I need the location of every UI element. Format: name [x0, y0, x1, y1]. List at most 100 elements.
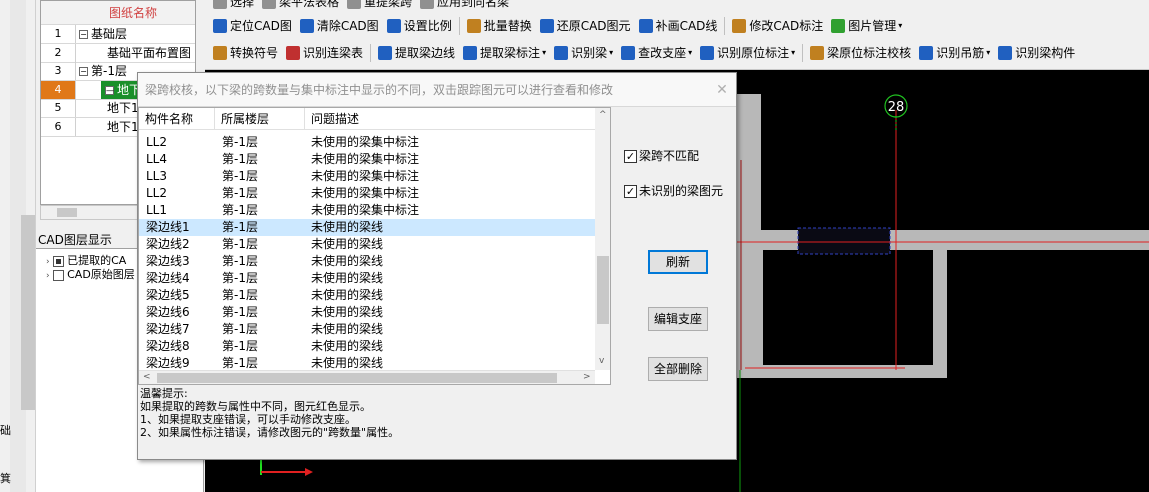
row-description: 未使用的梁线	[311, 339, 384, 353]
problem-list-row[interactable]: 梁边线3 第-1层 未使用的梁线	[139, 253, 595, 270]
refresh-button[interactable]: 重提梁跨	[343, 0, 416, 13]
list-vertical-scrollbar[interactable]: ^ v	[595, 108, 610, 370]
selected-beam-span[interactable]	[797, 227, 891, 255]
dropdown-arrow-icon[interactable]: ▾	[609, 48, 613, 57]
row-component-name: 梁边线4	[146, 271, 190, 285]
tips-line: 2、如果属性标注错误，请修改图元的"跨数量"属性。	[140, 426, 400, 439]
left-scroll-thumb[interactable]	[21, 215, 35, 410]
extract-label-icon	[463, 45, 478, 60]
row-description: 未使用的梁集中标注	[311, 169, 420, 183]
hanger-button[interactable]: 识别吊筋 ▾	[915, 42, 994, 64]
toolbar-button-label: 梁原位标注校核	[827, 46, 912, 60]
layer-checkbox-original[interactable]	[53, 269, 65, 281]
dropdown-arrow-icon[interactable]: ▾	[898, 21, 902, 30]
draw-line-button[interactable]: 补画CAD线	[635, 15, 722, 37]
delete-all-button[interactable]: 全部删除	[648, 357, 708, 381]
tree-toggle-icon[interactable]: —	[105, 85, 114, 95]
problem-list-row[interactable]: 梁边线8 第-1层 未使用的梁线	[139, 338, 595, 355]
dropdown-arrow-icon[interactable]: ▾	[791, 48, 795, 57]
problem-list-row[interactable]: 梁边线7 第-1层 未使用的梁线	[139, 321, 595, 338]
toolbar-button-label: 识别原位标注	[717, 46, 790, 60]
problem-list-row[interactable]: 梁边线2 第-1层 未使用的梁线	[139, 236, 595, 253]
edit-support-button[interactable]: 编辑支座	[648, 307, 708, 331]
scroll-left-icon[interactable]: <	[143, 372, 151, 382]
sheet-row[interactable]: 1− 基础层	[41, 25, 195, 44]
row-component-name: LL2	[146, 186, 168, 200]
tree-toggle-icon[interactable]: −	[79, 30, 88, 39]
beam-shape	[753, 365, 947, 378]
sheet-row[interactable]: 2 基础平面布置图	[41, 43, 195, 63]
copy-icon	[420, 0, 435, 9]
unrecognized-beam-checkbox[interactable]: ✓ 未识别的梁图元	[624, 182, 723, 199]
problem-list[interactable]: 构件名称 所属楼层 问题描述 LL2 第-1层 未使用的梁集中标注 LL4 第-1层 未使…	[138, 107, 611, 385]
scale-button[interactable]: 设置比例	[383, 15, 456, 37]
problem-list-row[interactable]: LL1 第-1层 未使用的梁集中标注	[139, 202, 595, 219]
checkmark-icon[interactable]: ✓	[624, 185, 637, 198]
problem-list-row[interactable]: 梁边线4 第-1层 未使用的梁线	[139, 270, 595, 287]
left-edge-label-2: 箕	[0, 472, 11, 485]
cursor-icon	[213, 0, 227, 9]
check-icon	[810, 45, 825, 60]
sheet-scroll-thumb[interactable]	[57, 208, 77, 217]
layer-item-original[interactable]: › CAD原始图层	[46, 266, 135, 282]
toolbar-button-label: 转换符号	[230, 46, 279, 60]
problem-list-row[interactable]: 梁边线6 第-1层 未使用的梁线	[139, 304, 595, 321]
list-horizontal-scrollbar[interactable]: < >	[139, 370, 595, 384]
identify-beam-button[interactable]: 识别梁 ▾	[550, 42, 617, 64]
dialog-title: 梁跨校核，以下梁的跨数量与集中标注中显示的不同，双击跟踪图元可以进行查看和修改	[138, 73, 736, 107]
toolbar-separator	[724, 16, 726, 35]
inplace-label-button[interactable]: 识别原位标注 ▾	[696, 42, 799, 64]
list-scroll-thumb[interactable]	[597, 256, 609, 324]
list-hscroll-thumb[interactable]	[157, 373, 557, 383]
layer-checkbox-extracted[interactable]	[53, 255, 65, 267]
checkmark-icon[interactable]: ✓	[624, 150, 637, 163]
row-floor: 第-1层	[222, 254, 258, 268]
tips-line: 1、如果提取支座错误，可以手动修改支座。	[140, 413, 356, 426]
toolbar-button-label: 梁平法表格	[279, 0, 340, 9]
toolbar-fragment[interactable]: D图元	[737, 72, 777, 90]
problem-list-row[interactable]: 梁边线1 第-1层 未使用的梁线	[139, 219, 595, 236]
clear-button[interactable]: 清除CAD图	[296, 15, 383, 37]
dropdown-arrow-icon[interactable]: ▾	[542, 48, 546, 57]
close-icon[interactable]: ✕	[713, 81, 731, 99]
problem-list-row[interactable]: LL2 第-1层 未使用的梁集中标注	[139, 185, 595, 202]
left-vertical-scrollbar[interactable]	[10, 0, 35, 492]
toolbar-button-label: 还原CAD图元	[556, 19, 631, 33]
row-floor: 第-1层	[222, 305, 258, 319]
expand-arrow-icon[interactable]: ›	[46, 271, 50, 281]
dropdown-arrow-icon[interactable]: ▾	[986, 48, 990, 57]
tree-toggle-icon[interactable]: −	[79, 67, 88, 76]
replace-button[interactable]: 批量替换	[463, 15, 536, 37]
column-header-floor[interactable]: 所属楼层	[215, 108, 305, 130]
problem-list-row[interactable]: 梁边线5 第-1层 未使用的梁线	[139, 287, 595, 304]
sheet-row-number: 6	[41, 117, 76, 136]
problem-list-row[interactable]: LL4 第-1层 未使用的梁集中标注	[139, 151, 595, 168]
scroll-down-icon[interactable]: v	[599, 356, 604, 366]
locate-button[interactable]: 定位CAD图	[209, 15, 296, 37]
table-button[interactable]: 梁平法表格	[258, 0, 343, 13]
refresh-button[interactable]: 刷新	[648, 250, 708, 274]
extract-edge-button[interactable]: 提取梁边线	[374, 42, 459, 64]
scroll-up-icon[interactable]: ^	[599, 110, 607, 120]
column-header-sheet-name[interactable]: 图纸名称	[109, 1, 157, 20]
convert-button[interactable]: 转换符号	[209, 42, 282, 64]
support-button[interactable]: 查改支座 ▾	[617, 42, 696, 64]
check-button[interactable]: 梁原位标注校核	[806, 42, 915, 64]
problem-list-row[interactable]: LL2 第-1层 未使用的梁集中标注	[139, 134, 595, 151]
cursor-button[interactable]: 选择	[209, 0, 258, 13]
image-button[interactable]: 图片管理 ▾	[827, 15, 906, 37]
beam-component-button[interactable]: 识别梁构件	[994, 42, 1079, 64]
checkbox-label: 未识别的梁图元	[639, 184, 724, 198]
extract-label-button[interactable]: 提取梁标注 ▾	[459, 42, 550, 64]
edit-label-button[interactable]: 修改CAD标注	[728, 15, 827, 37]
beam-table-button[interactable]: 识别连梁表	[282, 42, 367, 64]
scroll-right-icon[interactable]: >	[583, 372, 591, 382]
copy-button[interactable]: 应用到同名梁	[416, 0, 513, 13]
span-mismatch-checkbox[interactable]: ✓ 梁跨不匹配	[624, 147, 699, 164]
restore-button[interactable]: 还原CAD图元	[536, 15, 635, 37]
sheet-row-number: 2	[41, 43, 76, 62]
column-header-name[interactable]: 构件名称	[139, 108, 215, 130]
dropdown-arrow-icon[interactable]: ▾	[688, 48, 692, 57]
problem-list-row[interactable]: LL3 第-1层 未使用的梁集中标注	[139, 168, 595, 185]
column-header-desc[interactable]: 问题描述	[305, 108, 595, 130]
